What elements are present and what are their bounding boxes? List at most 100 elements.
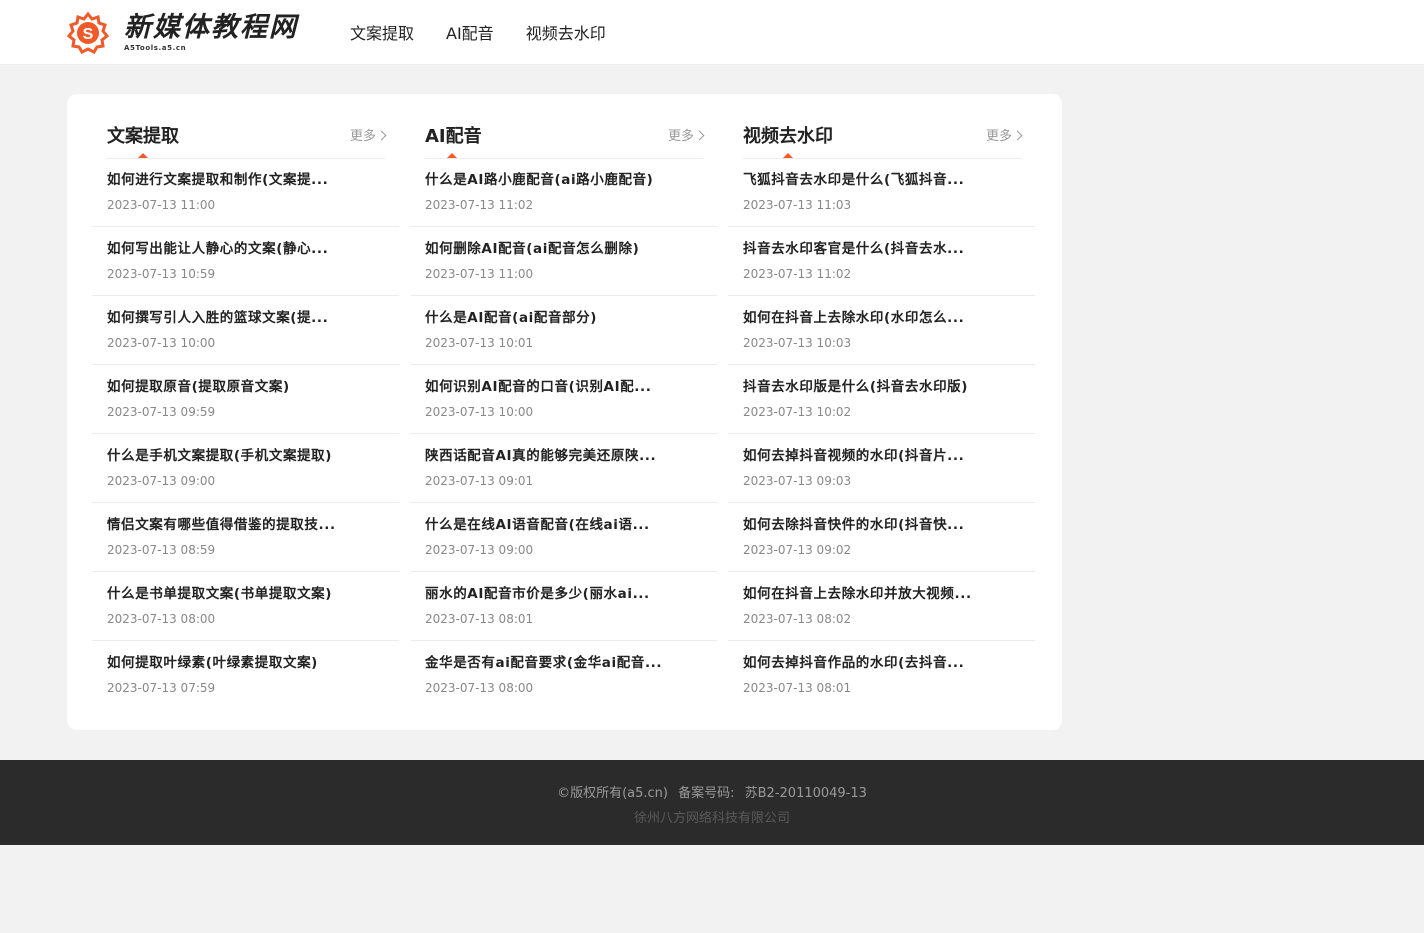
main-nav: 文案提取 AI配音 视频去水印 [350, 0, 638, 64]
article-date: 2023-07-13 10:00 [107, 336, 216, 350]
article-item[interactable]: 如何写出能让人静心的文案(静心... 2023-07-13 10:59 [92, 227, 399, 296]
article-date: 2023-07-13 11:03 [743, 198, 852, 212]
article-title[interactable]: 如何撰写引人入胜的篮球文案(提... [107, 308, 357, 328]
article-date: 2023-07-13 11:00 [107, 198, 216, 212]
article-date: 2023-07-13 09:00 [107, 474, 216, 488]
article-date: 2023-07-13 08:02 [743, 612, 852, 626]
article-title[interactable]: 如何在抖音上去除水印(水印怎么... [743, 308, 993, 328]
article-title[interactable]: 如何去除抖音快件的水印(抖音快... [743, 515, 993, 535]
article-item[interactable]: 金华是否有ai配音要求(金华ai配音... 2023-07-13 08:00 [410, 641, 717, 709]
article-item[interactable]: 如何提取叶绿素(叶绿素提取文案) 2023-07-13 07:59 [92, 641, 399, 709]
article-date: 2023-07-13 08:00 [425, 681, 534, 695]
footer-info: ©版权所有(a5.cn) 备案号码: 苏B2-20110049-13 [0, 782, 1424, 801]
nav-item-copy-extract[interactable]: 文案提取 [350, 20, 414, 44]
section-header: 视频去水印 更多 [743, 124, 1023, 159]
article-item[interactable]: 抖音去水印版是什么(抖音去水印版) 2023-07-13 10:02 [728, 365, 1035, 434]
article-item[interactable]: 什么是书单提取文案(书单提取文案) 2023-07-13 08:00 [92, 572, 399, 641]
more-link[interactable]: 更多 [349, 128, 387, 146]
article-item[interactable]: 如何删除AI配音(ai配音怎么删除) 2023-07-13 11:00 [410, 227, 717, 296]
copyright-text: ©版权所有(a5.cn) [557, 786, 668, 801]
article-date: 2023-07-13 11:00 [425, 267, 534, 281]
more-label: 更多 [985, 129, 1012, 144]
article-date: 2023-07-13 08:00 [107, 612, 216, 626]
article-date: 2023-07-13 10:59 [107, 267, 216, 281]
article-title[interactable]: 什么是AI配音(ai配音部分) [425, 308, 675, 328]
chevron-right-icon [1012, 130, 1023, 141]
article-item[interactable]: 如何识别AI配音的口音(识别AI配... 2023-07-13 10:00 [410, 365, 717, 434]
article-date: 2023-07-13 10:02 [743, 405, 852, 419]
article-title[interactable]: 情侣文案有哪些值得借鉴的提取技... [107, 515, 357, 535]
section-title: 文案提取 [107, 126, 179, 147]
article-date: 2023-07-13 09:03 [743, 474, 852, 488]
article-title[interactable]: 如何写出能让人静心的文案(静心... [107, 239, 357, 259]
content-panel: 文案提取 更多如何进行文案提取和制作(文案提... 2023-07-13 11:00… [67, 94, 1062, 730]
article-item[interactable]: 如何去除抖音快件的水印(抖音快... 2023-07-13 09:02 [728, 503, 1035, 572]
article-date: 2023-07-13 08:59 [107, 543, 216, 557]
article-item[interactable]: 什么是AI路小鹿配音(ai路小鹿配音) 2023-07-13 11:02 [410, 158, 717, 227]
article-title[interactable]: 丽水的AI配音市价是多少(丽水ai... [425, 584, 675, 604]
more-label: 更多 [349, 129, 376, 144]
article-date: 2023-07-13 09:59 [107, 405, 216, 419]
article-item[interactable]: 如何提取原音(提取原音文案) 2023-07-13 09:59 [92, 365, 399, 434]
article-item[interactable]: 如何在抖音上去除水印(水印怎么... 2023-07-13 10:03 [728, 296, 1035, 365]
brand-domain: A5Tools.a5.cn [124, 44, 187, 52]
icp-label: 备案号码: [678, 786, 735, 801]
article-title[interactable]: 什么是书单提取文案(书单提取文案) [107, 584, 357, 604]
site-header: S 新媒体教程网 A5Tools.a5.cn 文案提取 AI配音 视频去水印 [0, 0, 1424, 65]
nav-item-ai-dubbing[interactable]: AI配音 [446, 20, 494, 44]
article-date: 2023-07-13 10:03 [743, 336, 852, 350]
article-item[interactable]: 如何撰写引人入胜的篮球文案(提... 2023-07-13 10:00 [92, 296, 399, 365]
article-title[interactable]: 什么是AI路小鹿配音(ai路小鹿配音) [425, 170, 675, 190]
article-title[interactable]: 如何删除AI配音(ai配音怎么删除) [425, 239, 675, 259]
article-item[interactable]: 如何在抖音上去除水印并放大视频... 2023-07-13 08:02 [728, 572, 1035, 641]
article-title[interactable]: 什么是在线AI语音配音(在线ai语... [425, 515, 675, 535]
article-list: 什么是AI路小鹿配音(ai路小鹿配音) 2023-07-13 11:02 如何删除A… [410, 158, 717, 709]
article-date: 2023-07-13 07:59 [107, 681, 216, 695]
svg-text:S: S [83, 26, 94, 43]
article-item[interactable]: 如何去掉抖音视频的水印(抖音片... 2023-07-13 09:03 [728, 434, 1035, 503]
article-item[interactable]: 什么是手机文案提取(手机文案提取) 2023-07-13 09:00 [92, 434, 399, 503]
article-date: 2023-07-13 10:00 [425, 405, 534, 419]
article-item[interactable]: 如何去掉抖音作品的水印(去抖音... 2023-07-13 08:01 [728, 641, 1035, 709]
company-name: 徐州八方网络科技有限公司 [633, 811, 790, 826]
article-date: 2023-07-13 09:00 [425, 543, 534, 557]
article-title[interactable]: 如何识别AI配音的口音(识别AI配... [425, 377, 675, 397]
article-date: 2023-07-13 10:01 [425, 336, 534, 350]
more-link[interactable]: 更多 [985, 128, 1023, 146]
article-date: 2023-07-13 09:02 [743, 543, 852, 557]
article-title[interactable]: 如何提取原音(提取原音文案) [107, 377, 357, 397]
article-item[interactable]: 什么是在线AI语音配音(在线ai语... 2023-07-13 09:00 [410, 503, 717, 572]
article-item[interactable]: 抖音去水印客官是什么(抖音去水... 2023-07-13 11:02 [728, 227, 1035, 296]
article-title[interactable]: 金华是否有ai配音要求(金华ai配音... [425, 653, 675, 673]
article-title[interactable]: 陕西话配音AI真的能够完美还原陕... [425, 446, 675, 466]
article-item[interactable]: 情侣文案有哪些值得借鉴的提取技... 2023-07-13 08:59 [92, 503, 399, 572]
site-footer: ©版权所有(a5.cn) 备案号码: 苏B2-20110049-13 徐州八方网… [0, 760, 1424, 845]
logo-icon: S [66, 11, 110, 54]
article-item[interactable]: 丽水的AI配音市价是多少(丽水ai... 2023-07-13 08:01 [410, 572, 717, 641]
article-item[interactable]: 什么是AI配音(ai配音部分) 2023-07-13 10:01 [410, 296, 717, 365]
article-title[interactable]: 抖音去水印版是什么(抖音去水印版) [743, 377, 993, 397]
chevron-right-icon [376, 130, 387, 141]
article-title[interactable]: 如何提取叶绿素(叶绿素提取文案) [107, 653, 357, 673]
article-item[interactable]: 飞狐抖音去水印是什么(飞狐抖音... 2023-07-13 11:03 [728, 158, 1035, 227]
article-item[interactable]: 陕西话配音AI真的能够完美还原陕... 2023-07-13 09:01 [410, 434, 717, 503]
article-title[interactable]: 如何去掉抖音视频的水印(抖音片... [743, 446, 993, 466]
article-title[interactable]: 什么是手机文案提取(手机文案提取) [107, 446, 357, 466]
section-header: 文案提取 更多 [107, 124, 387, 159]
article-title[interactable]: 如何在抖音上去除水印并放大视频... [743, 584, 993, 604]
site-logo[interactable]: S 新媒体教程网 A5Tools.a5.cn [66, 11, 316, 55]
more-label: 更多 [667, 129, 694, 144]
article-date: 2023-07-13 11:02 [743, 267, 852, 281]
icp-number[interactable]: 苏B2-20110049-13 [745, 786, 867, 801]
section-title: 视频去水印 [743, 126, 833, 147]
article-list: 如何进行文案提取和制作(文案提... 2023-07-13 11:00 如何写出能让… [92, 158, 399, 709]
nav-item-watermark-removal[interactable]: 视频去水印 [526, 20, 606, 44]
more-link[interactable]: 更多 [667, 128, 705, 146]
article-title[interactable]: 如何进行文案提取和制作(文案提... [107, 170, 357, 190]
article-title[interactable]: 如何去掉抖音作品的水印(去抖音... [743, 653, 993, 673]
article-title[interactable]: 抖音去水印客官是什么(抖音去水... [743, 239, 993, 259]
article-item[interactable]: 如何进行文案提取和制作(文案提... 2023-07-13 11:00 [92, 158, 399, 227]
chevron-right-icon [694, 130, 705, 141]
article-list: 飞狐抖音去水印是什么(飞狐抖音... 2023-07-13 11:03 抖音去水印客… [728, 158, 1035, 709]
article-title[interactable]: 飞狐抖音去水印是什么(飞狐抖音... [743, 170, 993, 190]
